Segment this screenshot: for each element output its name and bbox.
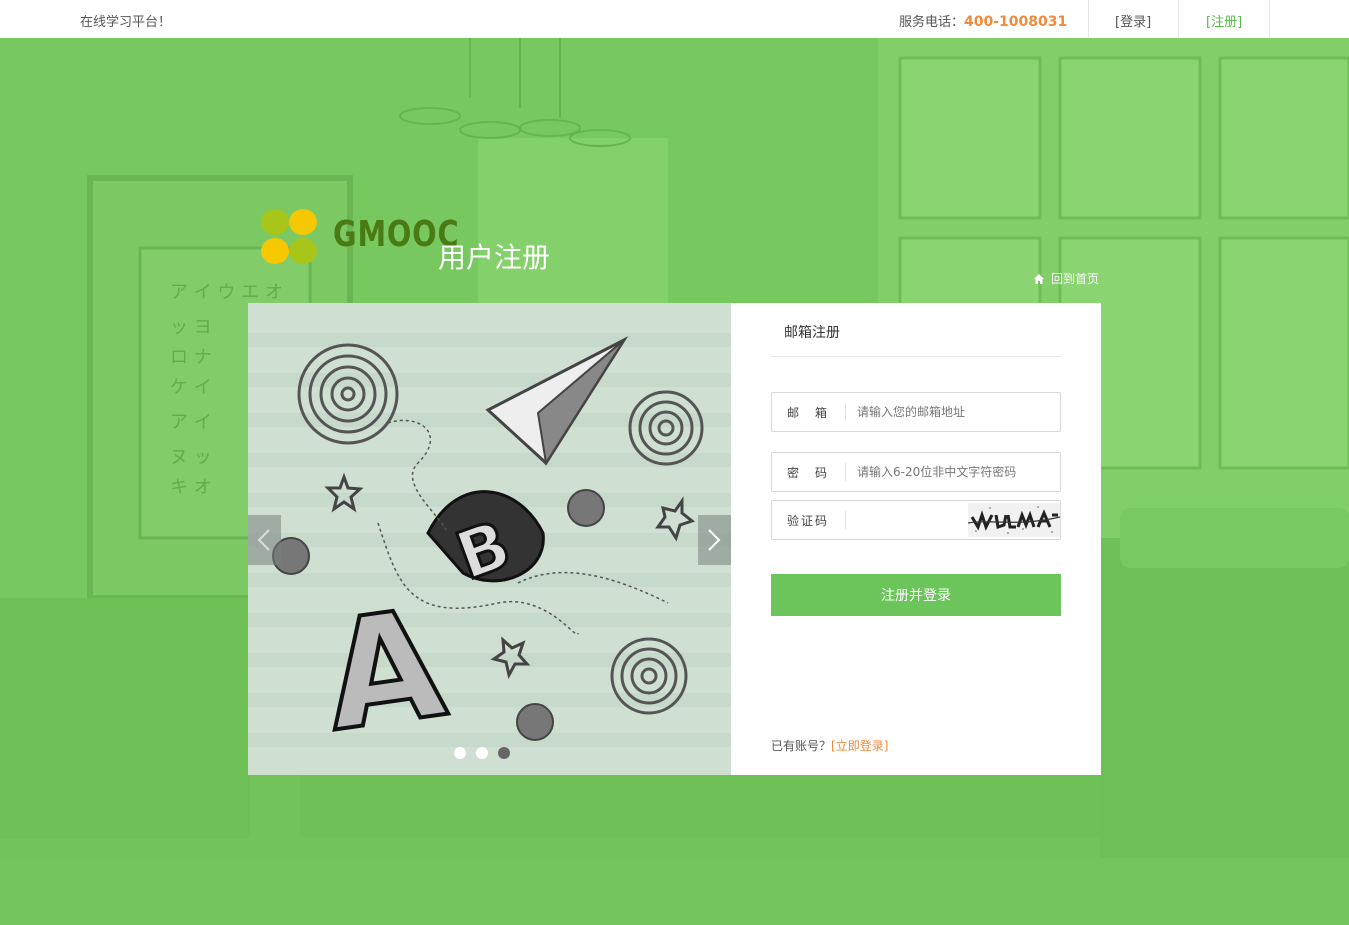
register-submit-button[interactable]: 注册并登录 [771, 574, 1061, 616]
has-account-text: 已有账号？ [771, 739, 832, 753]
page-title: 用户注册 [438, 241, 551, 274]
site-slogan: 在线学习平台！ [80, 15, 172, 30]
register-link[interactable]: [注册] [1206, 11, 1242, 30]
gmooc-logo [261, 209, 317, 264]
home-link[interactable]: 回到首页 [1033, 270, 1099, 287]
svg-text:ヌ ッ: ヌ ッ [170, 447, 212, 468]
svg-text:ケ イ: ケ イ [170, 377, 212, 398]
phone-number: 400-1008031 [964, 14, 1068, 30]
login-now-link[interactable]: [立即登录] [831, 739, 888, 753]
svg-text:ッ ヨ: ッ ヨ [170, 317, 212, 338]
slide-illustration: B A [248, 303, 731, 775]
svg-text:ア イ ウ エ オ: ア イ ウ エ オ [170, 282, 283, 303]
tab-email-register[interactable]: 邮箱注册 [784, 322, 840, 342]
captcha-picture [968, 503, 1060, 537]
service-phone: 服务电话：400-1008031 [899, 11, 1067, 30]
field-separator [845, 403, 846, 421]
slider-prev-button[interactable] [248, 515, 281, 565]
top-bar: 在线学习平台！ 服务电话：400-1008031 [登录] [注册] [0, 0, 1349, 38]
banner-slider: B A [248, 303, 731, 775]
svg-text:キ オ: キ オ [170, 477, 212, 498]
email-input[interactable] [857, 401, 1047, 423]
captcha-field-wrapper: 验证码 [771, 500, 1061, 540]
email-field-wrapper: 邮 箱 [771, 392, 1061, 432]
form-divider [771, 356, 1061, 357]
captcha-input[interactable] [857, 509, 957, 531]
chevron-left-icon [257, 529, 270, 551]
password-input[interactable] [857, 461, 1047, 483]
slider-dot-2[interactable] [476, 747, 488, 759]
slider-dot-1[interactable] [454, 747, 466, 759]
svg-text:ア イ: ア イ [170, 412, 212, 433]
chevron-right-icon [708, 529, 721, 551]
slider-next-button[interactable] [698, 515, 731, 565]
divider [1178, 0, 1179, 38]
divider [1088, 0, 1089, 38]
captcha-image[interactable] [968, 503, 1060, 537]
slider-dots [454, 747, 520, 763]
login-prompt: 已有账号？[立即登录] [771, 737, 888, 754]
svg-text:ロ ナ: ロ ナ [170, 347, 212, 368]
divider [1269, 0, 1270, 38]
slider-dot-3[interactable] [498, 747, 510, 759]
password-label: 密 码 [787, 466, 830, 480]
login-link[interactable]: [登录] [1115, 11, 1151, 30]
field-separator [845, 463, 846, 481]
register-panel: B A 邮箱注册 邮 箱 密 码 验证码 [248, 303, 1101, 775]
email-label: 邮 箱 [787, 406, 830, 420]
field-separator [845, 511, 846, 529]
phone-label: 服务电话： [899, 15, 965, 30]
home-icon [1034, 274, 1044, 284]
home-link-label: 回到首页 [1051, 272, 1100, 286]
captcha-label: 验证码 [787, 514, 830, 528]
password-field-wrapper: 密 码 [771, 452, 1061, 492]
